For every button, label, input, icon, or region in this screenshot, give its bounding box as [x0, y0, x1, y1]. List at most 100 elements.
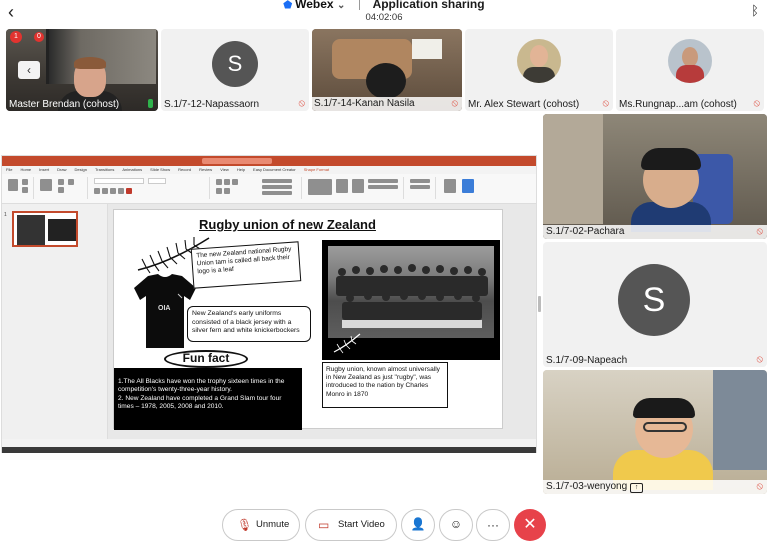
mic-muted-icon: ⦸: [756, 481, 763, 492]
ppt-status-bar: [2, 439, 536, 447]
slide-canvas: Rugby union of new Zealand OIA The new Z…: [108, 204, 536, 439]
mic-muted-icon: ⦸: [753, 98, 760, 109]
collapse-panel-button[interactable]: ‹: [18, 61, 40, 79]
reactions-icon: ☺: [449, 517, 463, 531]
more-options-button[interactable]: ···: [476, 509, 510, 541]
svg-text:OIA: OIA: [158, 305, 170, 312]
fun-fact-box: 1.The All Blacks have won the trophy six…: [114, 368, 302, 430]
ribbon-group-editing: [406, 177, 436, 199]
slide-thumbnail-pane: 1: [2, 204, 108, 439]
text-callout: New Zealand's early uniforms consisted o…: [187, 306, 311, 342]
ppt-tab: Animations: [122, 167, 143, 172]
participant-name: S.1/7-12-Napassaorn: [164, 99, 260, 110]
ppt-search-box: [202, 158, 272, 164]
mic-muted-icon: ⦸: [451, 98, 458, 109]
text-callout: The new Zealand national Rugby Union tam…: [190, 241, 302, 289]
mic-active-icon: [148, 99, 153, 108]
participants-button[interactable]: 👤: [401, 509, 435, 541]
ppt-tab: Help: [236, 167, 246, 172]
resize-handle[interactable]: [538, 296, 541, 312]
avatar: S: [618, 264, 690, 336]
video-person-glasses: [643, 422, 687, 432]
chevron-down-icon[interactable]: ⌄: [337, 0, 345, 11]
mic-muted-icon: ⦸: [756, 354, 763, 365]
video-person-hair: [633, 398, 695, 418]
historic-team-image: [328, 246, 494, 338]
slide-title: Rugby union of new Zealand: [199, 217, 376, 232]
ppt-tab: File: [6, 167, 13, 172]
sharing-icon: ↑: [630, 483, 644, 493]
video-person-head: [366, 63, 406, 99]
unmute-label: Unmute: [256, 519, 290, 530]
ppt-tab: View: [220, 167, 229, 172]
recording-badge: 0: [34, 32, 44, 42]
silver-fern-icon: [333, 333, 361, 354]
ppt-tab: Shape Format: [303, 167, 330, 172]
slide: Rugby union of new Zealand OIA The new Z…: [113, 209, 503, 430]
ribbon-group-clipboard: [4, 177, 34, 199]
participant-tile[interactable]: S S.1/7-09-Napeach ⦸: [543, 242, 767, 367]
avatar: [517, 39, 561, 83]
ppt-ribbon-tabs: File Home Insert Draw Design Transitions Anima…: [2, 166, 536, 174]
ppt-tab: Transitions: [94, 167, 115, 172]
mic-muted-icon: ⦸: [602, 98, 609, 109]
shared-screen[interactable]: File Home Insert Draw Design Transitions Anima…: [1, 155, 537, 453]
participant-name: S.1/7-14-Kanan Nasila: [312, 97, 462, 111]
participant-name: S.1/7-02-Pachara: [543, 225, 767, 239]
participant-name-text: S.1/7-03-wenyong: [546, 481, 628, 492]
header-divider: [358, 0, 360, 11]
participant-tile[interactable]: S.1/7-14-Kanan Nasila ⦸: [312, 29, 462, 111]
participant-name: Mr. Alex Stewart (cohost): [468, 99, 580, 110]
video-window: [713, 370, 767, 470]
share-mode-title: Application sharing: [372, 0, 485, 11]
ppt-title-bar: [2, 156, 536, 166]
photo-caption: Rugby union, known almost universally in…: [322, 362, 448, 408]
participants-icon: 👤: [410, 517, 426, 531]
ppt-tab: Home: [20, 167, 32, 172]
ribbon-group-font: [90, 177, 210, 199]
start-video-label: Start Video: [338, 519, 385, 530]
participant-tile[interactable]: 1 0 ‹ Master Brendan (cohost): [6, 29, 158, 111]
ribbon-group-drawing: [304, 177, 404, 199]
unmute-button[interactable]: 🎙 Unmute: [222, 509, 300, 541]
ribbon-group-designer: [438, 177, 498, 199]
participant-tile[interactable]: S S.1/7-12-Napassaorn ⦸: [161, 29, 309, 111]
start-video-button[interactable]: ▭ Start Video: [305, 509, 397, 541]
video-off-icon: ▭: [318, 518, 330, 532]
avatar: S: [212, 41, 258, 87]
meeting-timer: 04:02:06: [365, 12, 403, 23]
ppt-ribbon: [2, 174, 536, 204]
participant-tile[interactable]: S.1/7-02-Pachara ⦸: [543, 114, 767, 239]
ppt-tab: Easy Document Creator: [253, 167, 296, 172]
ribbon-group-paragraph: [212, 177, 302, 199]
bluetooth-icon: ᛒ: [751, 3, 759, 18]
participant-tile[interactable]: Ms.Rungnap...am (cohost) ⦸: [616, 29, 764, 111]
mic-off-icon: 🎙: [237, 518, 253, 532]
leave-meeting-button[interactable]: ✕: [514, 509, 546, 541]
avatar: [668, 39, 712, 83]
participant-name: S.1/7-03-wenyong ↑: [543, 480, 767, 494]
video-wall: [543, 114, 603, 224]
top-bar: ‹ ⬟ Webex ⌄ Application sharing 04:02:06 …: [0, 0, 768, 26]
video-person-hair: [641, 148, 701, 170]
participant-tile[interactable]: S.1/7-03-wenyong ↑ ⦸: [543, 370, 767, 494]
app-name[interactable]: Webex: [295, 0, 333, 11]
participant-name: Ms.Rungnap...am (cohost): [619, 99, 737, 110]
mic-muted-icon: ⦸: [756, 226, 763, 237]
ppt-tab: Slide Show: [150, 167, 171, 172]
shield-icon: ⬟: [283, 0, 293, 11]
participant-name: Master Brendan (cohost): [9, 99, 120, 110]
ppt-tab: Record: [178, 167, 192, 172]
fun-fact-heading: Fun fact: [182, 351, 230, 365]
ppt-tab: Insert: [39, 167, 50, 172]
slide-thumbnail[interactable]: [12, 211, 78, 247]
mic-muted-icon: ⦸: [298, 98, 305, 109]
ppt-tab: Review: [199, 167, 213, 172]
ppt-tab: Draw: [57, 167, 67, 172]
video-person-hair: [74, 57, 106, 69]
ribbon-group-slides: [36, 177, 88, 199]
reactions-button[interactable]: ☺: [439, 509, 473, 541]
ppt-tab: Design: [74, 167, 87, 172]
notification-badge: 1: [10, 31, 22, 43]
participant-tile[interactable]: Mr. Alex Stewart (cohost) ⦸: [465, 29, 613, 111]
